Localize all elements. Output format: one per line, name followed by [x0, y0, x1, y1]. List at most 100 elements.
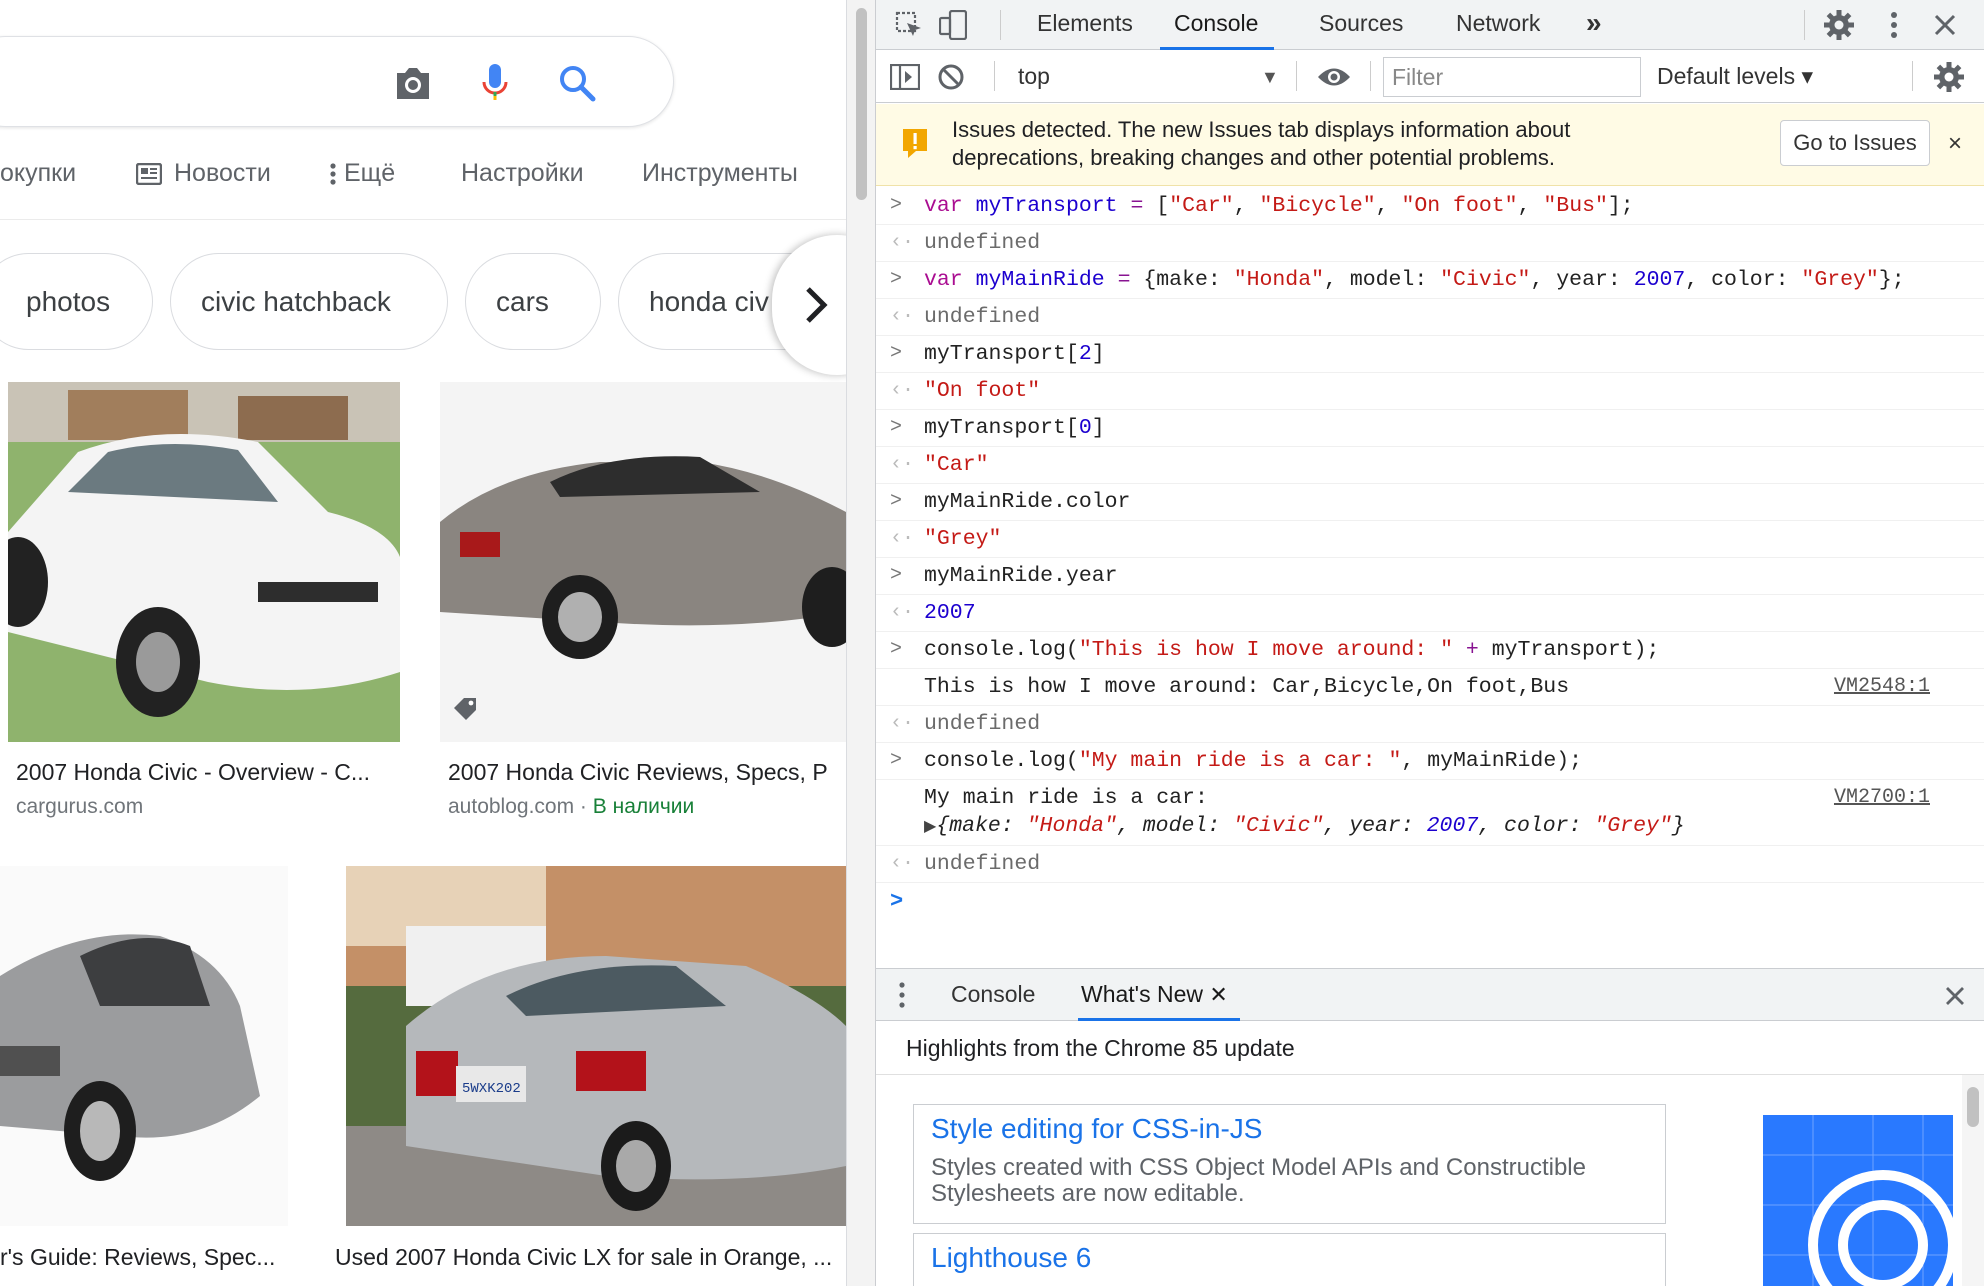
console-input-row: > var myMainRide = {make: "Honda", model:… [876, 262, 1984, 299]
tab-settings[interactable]: Настройки [461, 159, 584, 188]
tab-news[interactable]: Новости [136, 159, 271, 188]
console-log-row: My main ride is a car: VM2700:1 ▶{make: "… [876, 780, 1984, 846]
scrollbar-thumb[interactable] [856, 8, 867, 200]
drawer-tab-whats-new[interactable]: What's New ✕ [1078, 969, 1240, 1021]
chip[interactable]: cars [465, 253, 601, 350]
more-vert-icon [330, 162, 336, 186]
tab-sources[interactable]: Sources [1319, 0, 1403, 50]
news-icon [136, 162, 162, 185]
customize-menu-icon[interactable] [1880, 8, 1908, 42]
expand-triangle-icon[interactable]: ▶ [924, 818, 936, 836]
drawer-tabs: Console What's New ✕ [876, 969, 1984, 1021]
console-prompt[interactable]: > [876, 883, 1984, 923]
close-drawer-icon[interactable] [1940, 981, 1970, 1011]
clear-console-icon[interactable] [934, 61, 968, 93]
tab-tools[interactable]: Инструменты [642, 159, 798, 188]
chip-label: honda civ [649, 285, 769, 317]
result-title[interactable]: r's Guide: Reviews, Spec... [0, 1244, 288, 1271]
license-plate-text: 5WXK202 [462, 1081, 521, 1097]
car-photo [0, 866, 288, 1226]
output-arrow-icon: ‹· [890, 379, 915, 402]
output-arrow-icon: ‹· [890, 601, 915, 624]
sidebar-toggle-icon[interactable] [888, 61, 922, 93]
tab-label: Настройки [461, 159, 584, 187]
log-levels-dropdown[interactable]: Default levels ▾ [1657, 63, 1813, 90]
settings-gear-icon[interactable] [1822, 8, 1856, 42]
whats-new-header: Highlights from the Chrome 85 update [876, 1021, 1984, 1075]
result-image[interactable] [440, 382, 846, 742]
source-link[interactable]: VM2700:1 [1834, 784, 1930, 812]
chip-label: civic hatchback [201, 285, 391, 317]
close-tab-icon[interactable]: ✕ [1209, 982, 1227, 1007]
feature-card-description: Styles created with CSS Object Model API… [931, 1154, 1586, 1207]
issues-message: Issues detected. The new Issues tab disp… [952, 117, 1571, 170]
search-box[interactable] [0, 36, 674, 127]
console-output-row: ‹· "Car" [876, 447, 1984, 484]
live-expression-eye-icon[interactable] [1314, 61, 1354, 93]
tab-network[interactable]: Network [1456, 0, 1540, 50]
console-settings-gear-icon[interactable] [1932, 60, 1966, 94]
devtools-panel: Elements Console Sources Network » top ▼ [876, 0, 1984, 1286]
result-title[interactable]: 2007 Honda Civic - Overview - C... [16, 759, 396, 786]
tab-shopping[interactable]: окупки [0, 159, 76, 188]
feature-card-title[interactable]: Style editing for CSS-in-JS [931, 1113, 1262, 1145]
drawer-scrollbar[interactable] [1962, 1075, 1984, 1286]
separator [1296, 61, 1297, 91]
tab-label: Ещё [344, 159, 396, 187]
scrollbar-thumb[interactable] [1967, 1087, 1979, 1127]
search-icon[interactable] [551, 57, 603, 109]
google-images-page: окупки Новости Ещё Настройки Инструменты… [0, 0, 846, 1286]
feature-card[interactable]: Lighthouse 6 [913, 1233, 1666, 1286]
result-image[interactable] [8, 382, 400, 742]
console-input-row: > console.log("My main ride is a car: ", … [876, 743, 1984, 780]
chip-label: photos [26, 285, 111, 317]
devtools-drawer: Console What's New ✕ Highlights from the… [876, 968, 1984, 1286]
source-link[interactable]: VM2548:1 [1834, 673, 1930, 701]
go-to-issues-button[interactable]: Go to Issues [1780, 120, 1930, 166]
input-chevron-icon: > [890, 268, 903, 291]
chip[interactable]: photos [0, 253, 153, 350]
microphone-icon[interactable] [469, 57, 521, 109]
console-filter-input[interactable] [1383, 57, 1641, 97]
feature-card[interactable]: Style editing for CSS-in-JS Styles creat… [913, 1104, 1666, 1224]
console-output-row: ‹· undefined [876, 706, 1984, 743]
object-preview[interactable]: ▶{make: "Honda", model: "Civic", year: 2… [924, 814, 1685, 838]
output-arrow-icon: ‹· [890, 527, 915, 550]
input-chevron-icon: > [890, 342, 903, 365]
context-selector[interactable]: top [1018, 63, 1050, 90]
result-title[interactable]: Used 2007 Honda Civic LX for sale in Ora… [335, 1244, 846, 1271]
more-tabs-button[interactable]: » [1586, 0, 1602, 50]
device-toolbar-icon[interactable] [936, 8, 970, 42]
car-photo: 5WXK202 [346, 866, 846, 1226]
drawer-menu-icon[interactable] [890, 979, 914, 1011]
close-banner-icon[interactable]: × [1948, 130, 1962, 158]
tab-label: What's New [1081, 981, 1203, 1007]
availability-label: В наличии [592, 795, 695, 818]
inspect-element-icon[interactable] [892, 8, 926, 42]
tab-console[interactable]: Console [1160, 0, 1275, 50]
tab-more[interactable]: Ещё [330, 159, 395, 188]
input-chevron-icon: > [890, 194, 903, 217]
console-log-row: This is how I move around: Car,Bicycle,O… [876, 669, 1984, 706]
feature-card-title[interactable]: Lighthouse 6 [931, 1242, 1091, 1274]
tab-label: Инструменты [642, 159, 798, 187]
camera-icon[interactable] [387, 57, 439, 109]
tab-label: Network [1456, 10, 1541, 36]
source-label: cargurus.com [16, 795, 144, 818]
console-output-row: ‹· 2007 [876, 595, 1984, 632]
result-image[interactable] [0, 866, 288, 1226]
input-chevron-icon: > [890, 749, 903, 772]
separator [994, 61, 995, 91]
tab-elements[interactable]: Elements [1037, 0, 1133, 50]
chip[interactable]: civic hatchback [170, 253, 448, 350]
result-image[interactable]: 5WXK202 [346, 866, 846, 1226]
output-value: undefined [924, 305, 1041, 329]
page-scrollbar[interactable] [846, 0, 876, 1286]
console-log[interactable]: > var myTransport = ["Car", "Bicycle", "O… [876, 188, 1984, 968]
result-title[interactable]: 2007 Honda Civic Reviews, Specs, P [448, 759, 846, 786]
close-devtools-icon[interactable] [1928, 8, 1962, 42]
output-value: 2007 [924, 601, 976, 625]
console-output-row: ‹· "On foot" [876, 373, 1984, 410]
dropdown-arrow-icon[interactable]: ▼ [1261, 67, 1279, 88]
drawer-tab-console[interactable]: Console [951, 969, 1035, 1021]
